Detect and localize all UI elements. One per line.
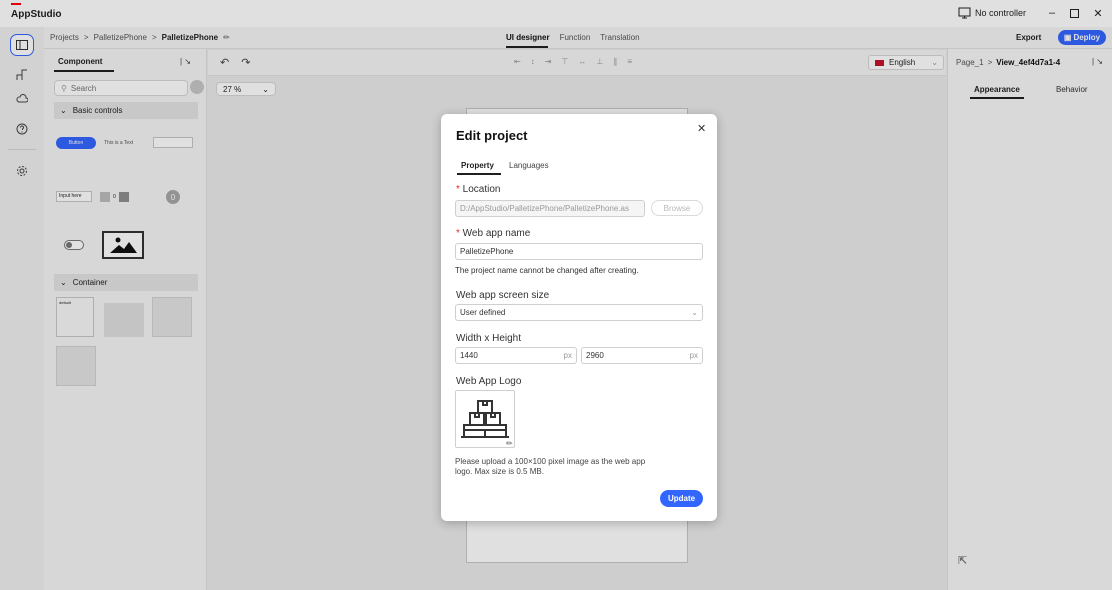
web-app-name-value: PalletizePhone [460,247,514,256]
chevron-down-icon: ⌄ [691,308,698,317]
tab-property[interactable]: Property [461,161,494,170]
name-hint: The project name cannot be changed after… [455,266,639,275]
edit-project-dialog: Edit project ✕ Property Languages * Loca… [441,114,717,521]
edit-icon[interactable]: ✏ [506,439,513,448]
width-value: 1440 [460,351,478,360]
tab-languages[interactable]: Languages [509,161,549,170]
screen-size-value: User defined [460,308,506,317]
location-field: D:/AppStudio/PalletizePhone/PalletizePho… [455,200,645,217]
web-app-name-label: * Web app name [456,228,531,239]
logo-hint: Please upload a 100×100 pixel image as t… [455,457,646,476]
location-value: D:/AppStudio/PalletizePhone/PalletizePho… [460,204,629,213]
height-value: 2960 [586,351,604,360]
screen-size-label: Web app screen size [456,290,550,301]
height-field[interactable]: 2960 px [581,347,703,364]
web-app-name-field[interactable]: PalletizePhone [455,243,703,260]
dialog-title: Edit project [456,128,528,143]
update-button[interactable]: Update [660,490,703,507]
width-unit: px [563,351,572,360]
width-height-label: Width x Height [456,333,522,344]
logo-upload[interactable]: ✏ [455,390,515,448]
width-field[interactable]: 1440 px [455,347,577,364]
browse-button: Browse [651,200,703,216]
height-unit: px [689,351,698,360]
location-label: * Location [456,184,501,195]
close-icon[interactable]: ✕ [697,122,706,135]
property-tab-underline [457,173,501,175]
screen-size-select[interactable]: User defined ⌄ [455,304,703,321]
logo-label: Web App Logo [456,376,522,387]
